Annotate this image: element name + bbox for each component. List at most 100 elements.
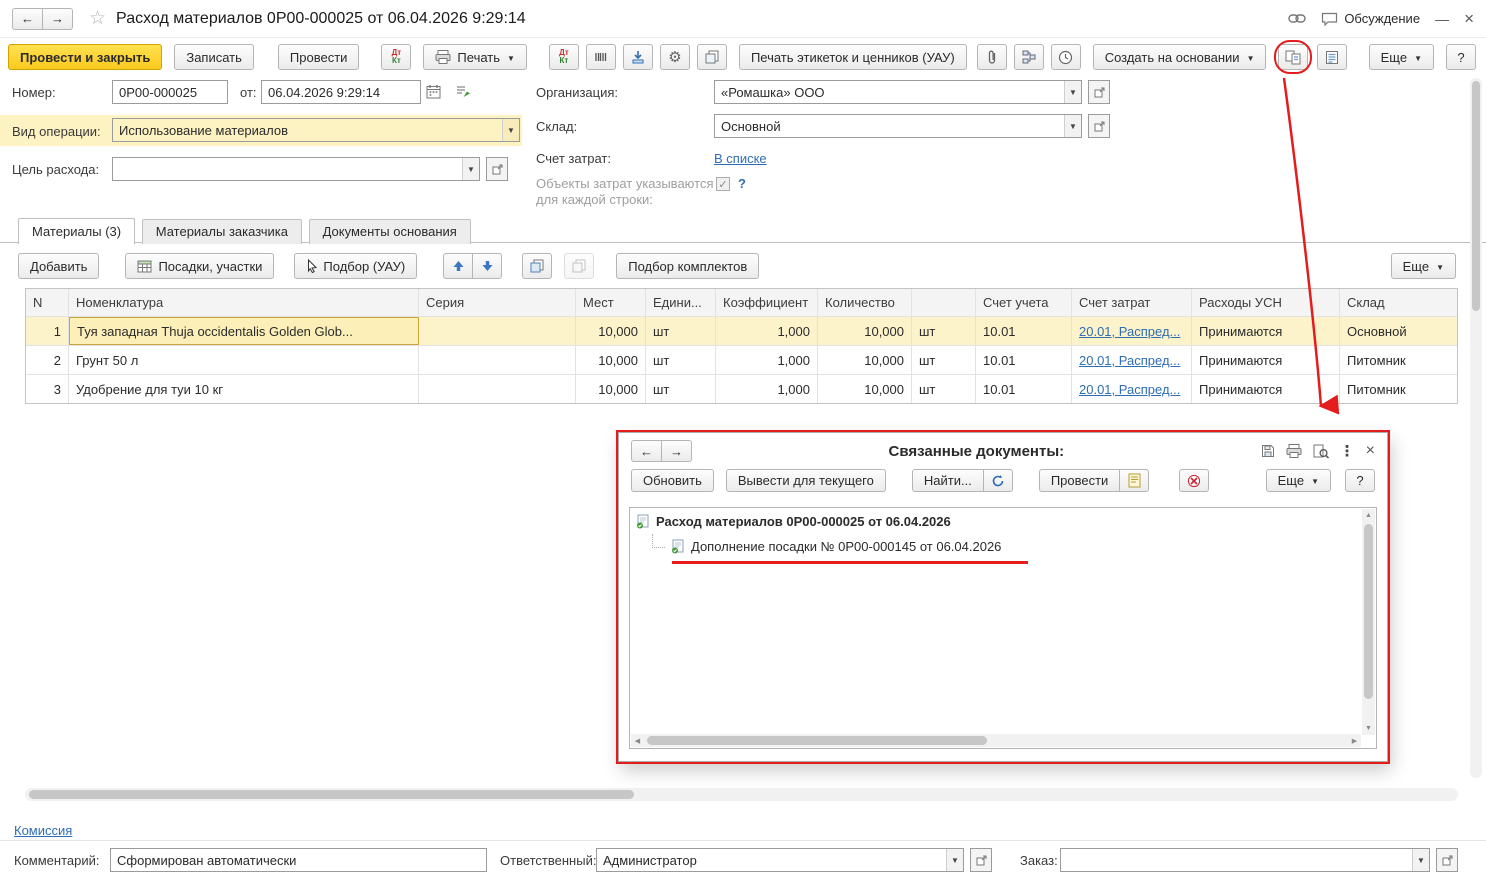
scroll-down-icon[interactable]: ▼ [1362, 722, 1375, 735]
help-button[interactable]: ? [1446, 44, 1476, 70]
horizontal-scrollbar[interactable] [25, 788, 1458, 801]
tab-customer-materials[interactable]: Материалы заказчика [142, 219, 302, 244]
scrollbar-thumb[interactable] [647, 736, 987, 745]
commission-link[interactable]: Комиссия [14, 823, 72, 838]
vertical-scrollbar[interactable] [1470, 78, 1482, 778]
popup-post-button[interactable]: Провести [1039, 469, 1121, 492]
move-row-up-button[interactable] [443, 253, 473, 279]
popup-back-button[interactable]: ← [631, 440, 662, 462]
post-button[interactable]: Провести [278, 44, 360, 70]
structure-button[interactable] [1014, 44, 1044, 70]
find-button[interactable]: Найти... [912, 469, 984, 492]
cost-account-cell-link[interactable]: 20.01, Распред... [1079, 382, 1180, 397]
favorite-star-icon[interactable]: ☆ [89, 7, 106, 30]
more-button[interactable]: Еще▼ [1369, 44, 1434, 70]
tab-base-documents[interactable]: Документы основания [309, 219, 471, 244]
copy-rows-button[interactable] [522, 253, 552, 279]
scroll-right-icon[interactable]: ▶ [1348, 734, 1361, 747]
popup-help-button[interactable]: ? [1345, 469, 1375, 492]
col-header[interactable]: Коэффициент [716, 289, 818, 316]
focused-cell[interactable]: Туя западная Thuja occidentalis Golden G… [69, 317, 419, 345]
pick-uau-button[interactable]: Подбор (УАУ) [294, 253, 417, 279]
preview-icon[interactable] [1313, 444, 1329, 459]
add-row-button[interactable]: Добавить [18, 253, 99, 279]
col-header[interactable]: Мест [576, 289, 646, 316]
popup-forward-button[interactable]: → [661, 440, 692, 462]
col-header[interactable]: Серия [419, 289, 576, 316]
popup-more-button[interactable]: Еще▼ [1266, 469, 1331, 492]
fill-date-icon[interactable] [455, 84, 471, 101]
scrollbar-thumb[interactable] [1472, 81, 1480, 311]
cost-objects-checkbox[interactable]: ✓ [716, 177, 730, 191]
print-menu-button[interactable]: Печать▼ [423, 44, 527, 70]
order-select[interactable]: ▼ [1060, 848, 1430, 872]
load-data-button[interactable] [623, 44, 653, 70]
show-for-current-button[interactable]: Вывести для текущего [726, 469, 886, 492]
reset-search-button[interactable] [983, 469, 1013, 492]
scroll-up-icon[interactable]: ▲ [1362, 509, 1375, 522]
number-field[interactable]: 0Р00-000025 [112, 80, 228, 104]
purpose-select[interactable]: ▼ [112, 157, 480, 181]
paste-rows-button[interactable] [564, 253, 594, 279]
calendar-icon[interactable] [426, 84, 441, 102]
kebab-menu-icon[interactable]: ⋮ [1340, 444, 1355, 459]
move-row-down-button[interactable] [472, 253, 502, 279]
save-icon[interactable] [1261, 444, 1275, 458]
related-documents-button[interactable] [1278, 44, 1308, 70]
order-open-button[interactable] [1436, 848, 1458, 872]
barcode-scanner-button[interactable] [586, 44, 616, 70]
col-header[interactable]: Расходы УСН [1192, 289, 1340, 316]
dt-kt-button[interactable]: ДтКт [381, 44, 411, 70]
popup-vertical-scrollbar[interactable]: ▲ ▼ [1362, 509, 1375, 735]
responsible-open-button[interactable] [970, 848, 992, 872]
chevron-down-icon[interactable]: ▼ [1064, 81, 1081, 103]
scrollbar-thumb[interactable] [1364, 524, 1373, 699]
report-button[interactable] [1317, 44, 1347, 70]
cost-account-cell-link[interactable]: 20.01, Распред... [1079, 324, 1180, 339]
col-header[interactable] [912, 289, 976, 316]
print-icon[interactable] [1286, 444, 1302, 458]
dt-kt-report-button[interactable]: ДтКт [549, 44, 579, 70]
col-header[interactable]: Счет затрат [1072, 289, 1192, 316]
col-header[interactable]: Номенклатура [69, 289, 419, 316]
scrollbar-thumb[interactable] [29, 790, 634, 799]
chevron-down-icon[interactable]: ▼ [946, 849, 963, 871]
chevron-down-icon[interactable]: ▼ [502, 119, 519, 141]
get-link-icon[interactable] [1288, 13, 1306, 24]
pick-kits-button[interactable]: Подбор комплектов [616, 253, 759, 279]
forward-button[interactable]: → [42, 8, 73, 30]
col-header[interactable]: Количество [818, 289, 912, 316]
print-labels-button[interactable]: Печать этикеток и ценников (УАУ) [739, 44, 967, 70]
post-and-close-button[interactable]: Провести и закрыть [8, 44, 162, 70]
popup-close-icon[interactable]: × [1366, 442, 1375, 460]
scroll-left-icon[interactable]: ◀ [631, 734, 644, 747]
table-row[interactable]: 2 Грунт 50 л 10,000 шт 1,000 10,000 шт 1… [26, 345, 1457, 374]
col-header[interactable]: Счет учета [976, 289, 1072, 316]
discussion-button[interactable]: Обсуждение [1321, 11, 1420, 26]
attachments-button[interactable] [977, 44, 1007, 70]
post-document-icon-button[interactable] [1119, 469, 1149, 492]
tree-item-child[interactable]: Дополнение посадки № 0Р00-000145 от 06.0… [652, 539, 1001, 554]
date-field[interactable]: 06.04.2026 9:29:14 [261, 80, 421, 104]
warehouse-select[interactable]: Основной ▼ [714, 114, 1082, 138]
table-row[interactable]: 3 Удобрение для туи 10 кг 10,000 шт 1,00… [26, 374, 1457, 403]
popup-horizontal-scrollbar[interactable]: ◀ ▶ [631, 734, 1361, 747]
tree-item-root[interactable]: Расход материалов 0Р00-000025 от 06.04.2… [636, 514, 951, 529]
grid-more-button[interactable]: Еще▼ [1391, 253, 1456, 279]
organization-open-button[interactable] [1088, 80, 1110, 104]
write-button[interactable]: Записать [174, 44, 254, 70]
cost-account-link[interactable]: В списке [714, 151, 767, 166]
plantings-button[interactable]: Посадки, участки [125, 253, 274, 279]
tab-materials[interactable]: Материалы (3) [18, 218, 135, 244]
chevron-down-icon[interactable]: ▼ [462, 158, 479, 180]
refresh-button[interactable]: Обновить [631, 469, 714, 492]
table-row[interactable]: 1 Туя западная Thuja occidentalis Golden… [26, 316, 1457, 345]
chevron-down-icon[interactable]: ▼ [1412, 849, 1429, 871]
col-header[interactable]: Склад [1340, 289, 1457, 316]
deletion-mark-button[interactable] [1179, 469, 1209, 492]
back-button[interactable]: ← [12, 8, 43, 30]
col-header[interactable]: Едини... [646, 289, 716, 316]
settings-button[interactable]: ⚙ [660, 44, 690, 70]
responsible-select[interactable]: Администратор ▼ [596, 848, 964, 872]
history-button[interactable] [1051, 44, 1081, 70]
